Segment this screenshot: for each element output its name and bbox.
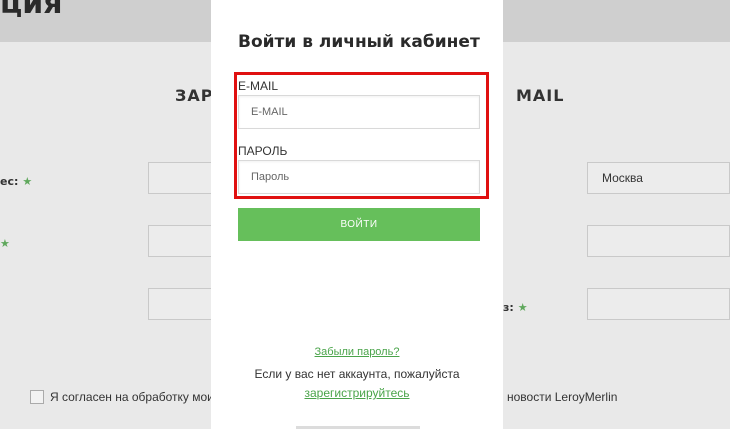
forgot-password-link[interactable]: Забыли пароль? bbox=[211, 346, 503, 358]
background-label-right: з: ★ bbox=[503, 301, 528, 314]
city-select-value: Москва bbox=[602, 171, 643, 185]
background-consent-text: Я согласен на обработку мои bbox=[50, 390, 214, 404]
login-button[interactable]: ВОЙТИ bbox=[238, 208, 480, 241]
background-label-address: ес: ★ bbox=[0, 175, 33, 188]
background-consent-checkbox[interactable] bbox=[30, 390, 44, 404]
password-label: ПАРОЛЬ bbox=[238, 144, 288, 158]
background-news-text: новости LeroyMerlin bbox=[507, 390, 618, 404]
background-label-required: ★ bbox=[0, 237, 10, 250]
required-star-icon: ★ bbox=[22, 175, 33, 188]
login-modal: Войти в личный кабинет E-MAIL ПАРОЛЬ ВОЙ… bbox=[211, 0, 503, 429]
background-field-right-second[interactable] bbox=[587, 225, 730, 257]
background-field-right-third[interactable] bbox=[587, 288, 730, 320]
background-field-second[interactable] bbox=[148, 225, 218, 257]
background-page-title: ция bbox=[0, 0, 63, 21]
register-link[interactable]: зарегистрируйтесь bbox=[211, 386, 503, 400]
background-field-third[interactable] bbox=[148, 288, 218, 320]
password-input[interactable] bbox=[238, 160, 480, 194]
modal-title: Войти в личный кабинет bbox=[238, 32, 480, 52]
required-star-icon: ★ bbox=[517, 301, 528, 314]
required-star-icon: ★ bbox=[0, 237, 10, 250]
no-account-text: Если у вас нет аккаунта, пожалуйста bbox=[254, 367, 460, 381]
background-section-email: MAIL bbox=[516, 86, 565, 105]
background-city-select[interactable]: Москва bbox=[587, 162, 730, 194]
email-input[interactable] bbox=[238, 95, 480, 129]
email-label: E-MAIL bbox=[238, 79, 279, 93]
background-field-address[interactable] bbox=[148, 162, 218, 194]
